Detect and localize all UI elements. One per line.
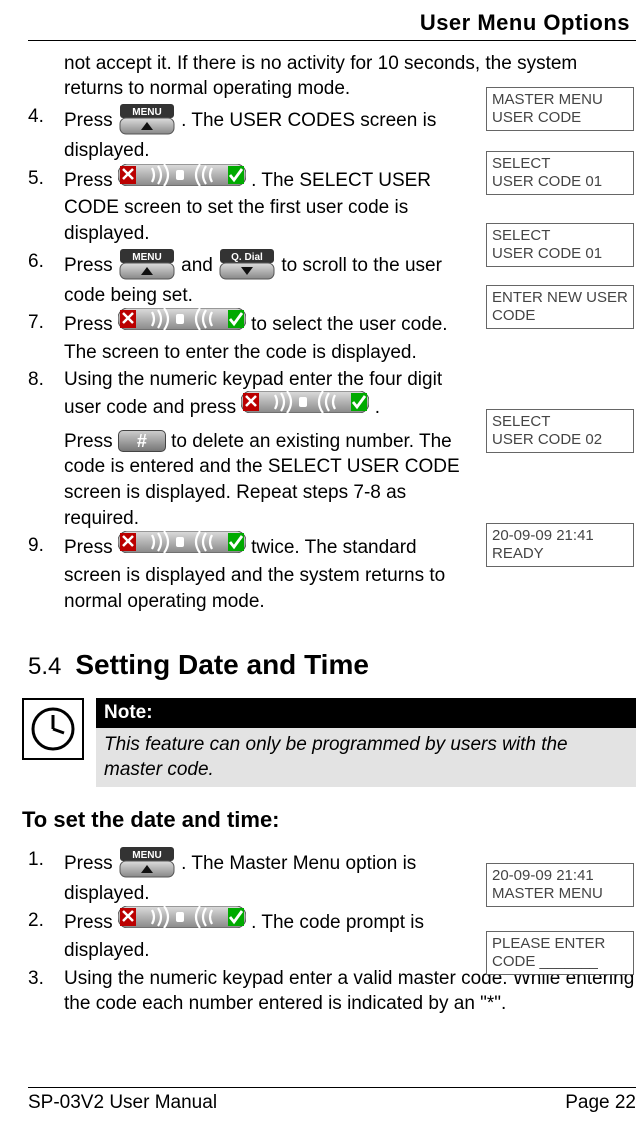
content-area: MASTER MENUUSER CODE SELECTUSER CODE 01 … xyxy=(28,51,636,1017)
step-number: 8. xyxy=(28,367,64,531)
note-block: Note: This feature can only be programme… xyxy=(22,698,636,787)
lcd-screen: PLEASE ENTERCODE _______ xyxy=(486,931,634,975)
note-body: This feature can only be programmed by u… xyxy=(96,728,636,787)
page-footer: SP-03V2 User Manual Page 22 xyxy=(28,1087,636,1116)
footer-left: SP-03V2 User Manual xyxy=(28,1090,217,1116)
section-number: 5.4 xyxy=(28,651,61,683)
procedure-title: To set the date and time: xyxy=(22,805,636,835)
step-number: 4. xyxy=(28,104,64,164)
menu-up-button-icon xyxy=(118,247,176,281)
cancel-rocker-icon xyxy=(118,531,246,561)
hash-button-icon: # xyxy=(118,430,166,452)
confirm-rocker-icon xyxy=(118,164,246,194)
menu-up-button-icon xyxy=(118,102,176,136)
confirm-rocker-icon xyxy=(118,906,246,936)
confirm-rocker-icon xyxy=(118,308,246,338)
lcd-screen: MASTER MENUUSER CODE xyxy=(486,87,634,131)
menu-up-button-icon xyxy=(118,845,176,879)
lcd-screen: 20-09-09 21:41READY xyxy=(486,523,634,567)
step-number: 2. xyxy=(28,908,64,963)
step-number: 7. xyxy=(28,310,64,365)
lcd-screen: ENTER NEW USERCODE xyxy=(486,285,634,329)
lcd-screen: SELECTUSER CODE 01 xyxy=(486,223,634,267)
confirm-rocker-icon xyxy=(241,391,369,421)
section-title: Setting Date and Time xyxy=(75,646,369,684)
lcd-screen: 20-09-09 21:41MASTER MENU xyxy=(486,863,634,907)
page-header: User Menu Options xyxy=(28,8,636,41)
footer-right: Page 22 xyxy=(565,1090,636,1116)
step-number: 6. xyxy=(28,249,64,309)
qdial-down-button-icon xyxy=(218,247,276,281)
clock-icon xyxy=(22,698,84,760)
step-number: 1. xyxy=(28,847,64,907)
step-number: 5. xyxy=(28,166,64,247)
step-number: 9. xyxy=(28,533,64,614)
lcd-screen: SELECTUSER CODE 02 xyxy=(486,409,634,453)
lcd-screen: SELECTUSER CODE 01 xyxy=(486,151,634,195)
note-heading: Note: xyxy=(96,698,636,728)
section-heading: 5.4 Setting Date and Time xyxy=(28,646,636,684)
step-number: 3. xyxy=(28,966,64,1017)
